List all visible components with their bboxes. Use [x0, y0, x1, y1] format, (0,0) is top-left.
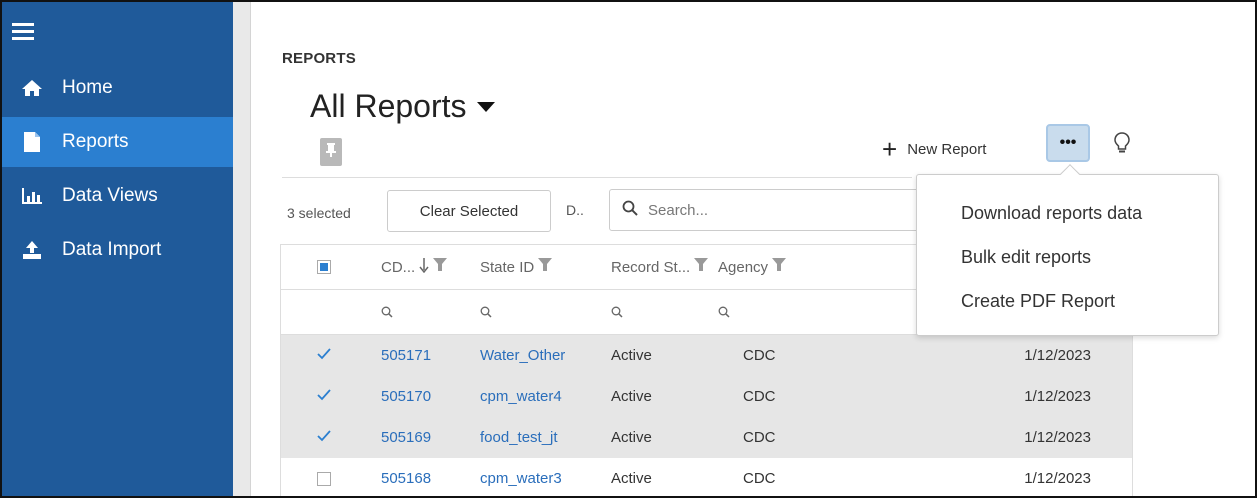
filter-icon[interactable]	[433, 258, 448, 276]
state-id-link[interactable]: food_test_jt	[480, 417, 558, 458]
clear-selected-button[interactable]: Clear Selected	[387, 190, 551, 232]
record-status: Active	[611, 429, 652, 446]
column-header-label: Agency	[718, 258, 769, 276]
divider	[282, 177, 912, 178]
search-input[interactable]	[648, 201, 908, 219]
more-options-button[interactable]: •••	[1046, 124, 1090, 162]
cd-id-link[interactable]: 505168	[381, 458, 431, 496]
agency: CDC	[743, 347, 776, 364]
column-header-record-status[interactable]: Record St...	[611, 245, 709, 289]
hamburger-icon[interactable]	[12, 22, 34, 45]
row-checkbox[interactable]	[317, 417, 331, 458]
row-checkbox[interactable]	[317, 376, 331, 417]
filter-icon[interactable]	[694, 258, 709, 276]
record-status: Active	[611, 388, 652, 405]
new-report-label: New Report	[907, 140, 987, 158]
home-icon	[2, 79, 62, 97]
menu-item-download-reports-data[interactable]: Download reports data	[961, 203, 1142, 224]
column-header-label: CD...	[381, 258, 416, 276]
date: 1/12/2023	[1024, 470, 1091, 487]
caret-down-icon	[476, 101, 495, 112]
state-id-link[interactable]: cpm_water4	[480, 376, 562, 417]
filter-icon[interactable]	[772, 258, 787, 276]
filter-search-icon[interactable]	[718, 290, 730, 334]
state-id-link[interactable]: Water_Other	[480, 335, 565, 376]
cd-id-link[interactable]: 505169	[381, 417, 431, 458]
check-icon	[317, 429, 331, 446]
pin-button[interactable]	[320, 138, 342, 166]
agency: CDC	[743, 429, 776, 446]
menu-item-create-pdf-report[interactable]: Create PDF Report	[961, 291, 1115, 312]
filter-icon[interactable]	[538, 258, 553, 276]
lightbulb-icon[interactable]	[1114, 132, 1130, 159]
page-title: All Reports	[310, 88, 467, 124]
column-header-label: Record St...	[611, 258, 691, 276]
record-status: Active	[611, 470, 652, 487]
sort-down-icon[interactable]	[419, 257, 429, 277]
date: 1/12/2023	[1024, 347, 1091, 364]
table-row[interactable]: 505169 food_test_jt Active CDC 1/12/2023	[281, 417, 1132, 458]
new-report-button[interactable]: + New Report	[882, 136, 986, 162]
sidebar-item-reports[interactable]: Reports	[2, 117, 233, 167]
pin-icon	[325, 142, 337, 163]
sidebar-item-home[interactable]: Home	[2, 63, 233, 113]
table-row[interactable]: 505171 Water_Other Active CDC 1/12/2023	[281, 335, 1132, 376]
breadcrumb: REPORTS	[282, 50, 356, 67]
d-dropdown[interactable]: D..	[566, 202, 584, 218]
state-id-link[interactable]: cpm_water3	[480, 458, 562, 496]
column-header-cd[interactable]: CD...	[381, 245, 448, 289]
row-checkbox[interactable]	[317, 458, 331, 496]
column-header-state-id[interactable]: State ID	[480, 245, 553, 289]
filter-search-icon[interactable]	[381, 290, 393, 334]
sidebar-gutter	[233, 2, 251, 496]
row-checkbox[interactable]	[317, 335, 331, 376]
agency: CDC	[743, 388, 776, 405]
search-icon	[622, 200, 638, 221]
sidebar-item-data-import[interactable]: Data Import	[2, 225, 233, 275]
select-all-checkbox[interactable]	[317, 245, 331, 289]
table-row[interactable]: 505168 cpm_water3 Active CDC 1/12/2023	[281, 458, 1132, 496]
sidebar-item-label: Home	[62, 77, 113, 98]
cd-id-link[interactable]: 505171	[381, 335, 431, 376]
selected-count: 3 selected	[287, 205, 351, 221]
record-status: Active	[611, 347, 652, 364]
date: 1/12/2023	[1024, 388, 1091, 405]
partial-check-icon	[317, 260, 331, 274]
bar-chart-icon	[2, 187, 62, 205]
table-row[interactable]: 505170 cpm_water4 Active CDC 1/12/2023	[281, 376, 1132, 417]
sidebar-item-label: Data Import	[62, 239, 162, 260]
plus-icon: +	[882, 134, 898, 164]
check-icon	[317, 347, 331, 364]
date: 1/12/2023	[1024, 429, 1091, 446]
sidebar: Home Reports Data Views Data Import	[2, 2, 233, 496]
check-icon	[317, 388, 331, 405]
sidebar-item-data-views[interactable]: Data Views	[2, 171, 233, 221]
page-title-dropdown[interactable]: All Reports	[310, 88, 495, 125]
unchecked-box-icon	[317, 471, 331, 486]
menu-item-bulk-edit-reports[interactable]: Bulk edit reports	[961, 247, 1091, 268]
column-header-agency[interactable]: Agency	[718, 245, 787, 289]
document-icon	[2, 131, 62, 153]
filter-search-icon[interactable]	[611, 290, 623, 334]
agency: CDC	[743, 470, 776, 487]
app-window: Home Reports Data Views Data Import REPO…	[0, 0, 1257, 498]
upload-icon	[2, 240, 62, 260]
sidebar-item-label: Reports	[62, 131, 129, 152]
sidebar-item-label: Data Views	[62, 185, 158, 206]
cd-id-link[interactable]: 505170	[381, 376, 431, 417]
filter-search-icon[interactable]	[480, 290, 492, 334]
column-header-label: State ID	[480, 258, 535, 276]
search-box	[609, 189, 929, 231]
menu-pointer	[1060, 164, 1080, 184]
main-content: REPORTS All Reports + New Report ••• 3 s…	[252, 2, 1255, 496]
more-options-menu: Download reports data Bulk edit reports …	[916, 164, 1219, 336]
